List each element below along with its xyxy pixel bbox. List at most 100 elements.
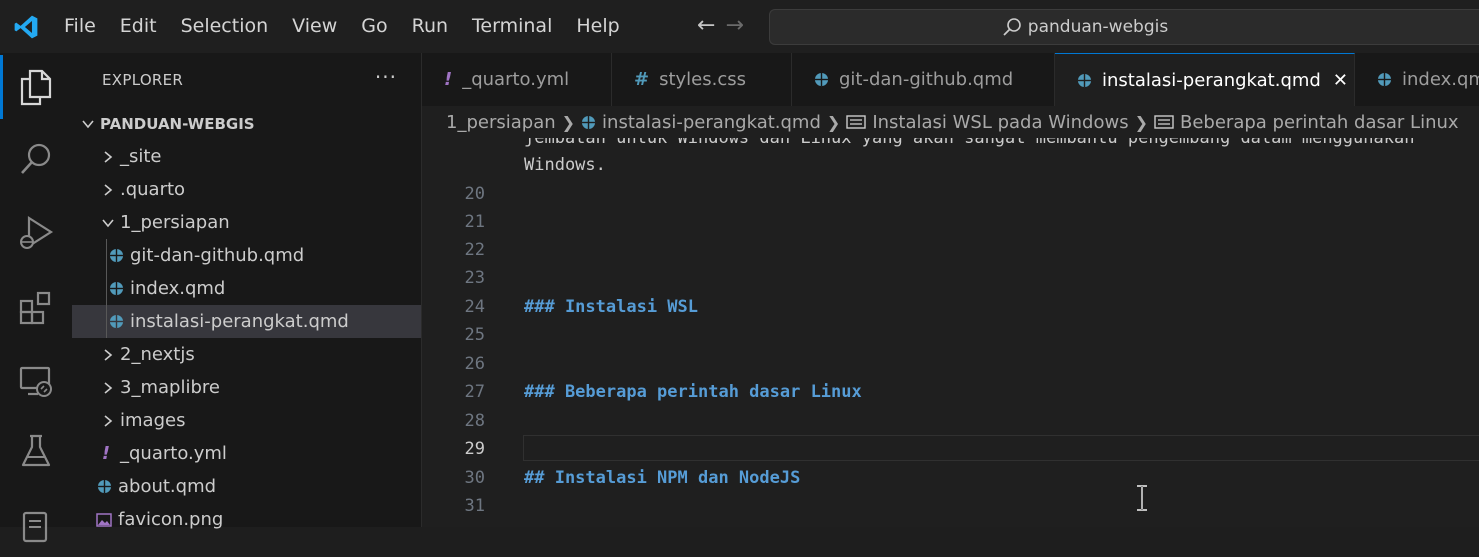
qmd-icon <box>1077 73 1092 88</box>
tree-file-favicon[interactable]: favicon.png <box>72 503 421 536</box>
remote-explorer-icon[interactable] <box>0 349 72 413</box>
line-text-heading: ### Instalasi WSL <box>524 297 698 317</box>
image-file-icon <box>96 512 112 528</box>
yml-icon: ! <box>444 69 453 90</box>
editor-tabs: ! _quarto.yml # styles.css git-dan-githu… <box>422 53 1479 106</box>
editor-line: 24 ### Instalasi WSL <box>422 293 1479 321</box>
search-icon <box>1002 17 1022 37</box>
tree-file-quarto-yml[interactable]: ! _quarto.yml <box>72 437 421 470</box>
menu-edit[interactable]: Edit <box>108 0 169 53</box>
tab-label: styles.css <box>659 69 747 90</box>
chevron-down-icon <box>80 117 96 131</box>
text-cursor-icon <box>1137 485 1147 511</box>
editor-line: 27 ### Beberapa perintah dasar Linux <box>422 378 1479 406</box>
tab-git-dan-github[interactable]: git-dan-github.qmd <box>792 53 1055 106</box>
qmd-icon <box>581 115 596 130</box>
tree-file-git-dan-github[interactable]: git-dan-github.qmd <box>72 239 421 272</box>
title-bar: File Edit Selection View Go Run Terminal… <box>0 0 1479 53</box>
line-number: 23 <box>464 268 485 288</box>
tree-item-label: 1_persiapan <box>120 212 230 233</box>
tree-folder-1-persiapan[interactable]: 1_persiapan <box>72 206 421 239</box>
tab-label: git-dan-github.qmd <box>839 69 1014 90</box>
chevron-right-icon <box>100 348 116 362</box>
code-editor[interactable]: jembatan untuk Windows dan Linux yang ak… <box>422 138 1479 527</box>
menu-file[interactable]: File <box>52 0 108 53</box>
tree-folder-quarto[interactable]: .quarto <box>72 173 421 206</box>
editor-line: 28 <box>422 407 1479 435</box>
navigation-arrows: ← → <box>697 13 744 38</box>
qmd-file-icon <box>96 479 112 495</box>
indent-guide <box>106 305 107 338</box>
explorer-sidebar: EXPLORER ··· PANDUAN-WEBGIS _site .quart… <box>72 53 422 530</box>
command-center-search[interactable]: panduan-webgis <box>769 9 1479 45</box>
tree-file-index[interactable]: index.qmd <box>72 272 421 305</box>
qmd-file-icon <box>108 281 124 297</box>
editor-line: 23 <box>422 264 1479 292</box>
chevron-right-icon <box>100 414 116 428</box>
breadcrumb-folder[interactable]: 1_persiapan <box>446 112 556 133</box>
explorer-files-icon[interactable] <box>0 55 72 119</box>
menu-run[interactable]: Run <box>400 0 460 53</box>
tab-instalasi-perangkat[interactable]: instalasi-perangkat.qmd ✕ <box>1055 53 1355 106</box>
more-actions-icon[interactable]: ··· <box>375 65 397 89</box>
activity-bar <box>0 53 72 543</box>
menu-view[interactable]: View <box>280 0 349 53</box>
current-line-highlight <box>523 435 1479 461</box>
tree-folder-2-nextjs[interactable]: 2_nextjs <box>72 338 421 371</box>
breadcrumb-file[interactable]: instalasi-perangkat.qmd <box>602 112 821 133</box>
close-icon[interactable]: ✕ <box>1333 70 1348 91</box>
line-text-heading: ### Beberapa perintah dasar Linux <box>524 382 862 402</box>
testing-flask-icon[interactable] <box>0 419 72 483</box>
tree-item-label: 2_nextjs <box>120 344 195 365</box>
extensions-icon[interactable] <box>0 275 72 339</box>
tree-item-label: instalasi-perangkat.qmd <box>130 311 349 332</box>
chevron-right-icon: ❯ <box>826 112 841 132</box>
breadcrumb-section[interactable]: Instalasi WSL pada Windows <box>872 112 1128 133</box>
qmd-file-icon <box>108 248 124 264</box>
breadcrumb: 1_persiapan ❯ instalasi-perangkat.qmd ❯ … <box>422 106 1479 138</box>
forward-arrow-icon[interactable]: → <box>725 13 743 38</box>
tab-styles-css[interactable]: # styles.css <box>612 53 792 106</box>
tree-folder-3-maplibre[interactable]: 3_maplibre <box>72 371 421 404</box>
tab-label: instalasi-perangkat.qmd <box>1102 69 1321 91</box>
editor-current-line[interactable]: 29 <box>422 435 1479 463</box>
chevron-right-icon: ❯ <box>1134 112 1148 132</box>
indent-guide <box>106 239 107 272</box>
line-number: 24 <box>464 297 485 317</box>
tree-folder-images[interactable]: images <box>72 404 421 437</box>
back-arrow-icon[interactable]: ← <box>697 13 715 38</box>
tab-index[interactable]: index.qmd <box>1355 53 1479 106</box>
menu-selection[interactable]: Selection <box>169 0 281 53</box>
output-panel-icon[interactable] <box>0 493 72 557</box>
chevron-right-icon: ❯ <box>561 112 576 132</box>
tree-file-instalasi-perangkat[interactable]: instalasi-perangkat.qmd <box>72 305 421 338</box>
editor-line: 22 <box>422 236 1479 264</box>
tree-item-label: .quarto <box>120 179 186 200</box>
tree-item-label: images <box>120 410 186 431</box>
symbol-string-icon <box>846 114 867 130</box>
tab-quarto-yml[interactable]: ! _quarto.yml <box>422 53 612 106</box>
editor-line: 20 <box>422 180 1479 208</box>
search-sidebar-icon[interactable] <box>0 127 72 191</box>
tree-folder-site[interactable]: _site <box>72 140 421 173</box>
tree-item-label: about.qmd <box>118 476 217 497</box>
chevron-right-icon <box>100 150 116 164</box>
workspace-folder-header[interactable]: PANDUAN-WEBGIS <box>72 107 421 140</box>
chevron-right-icon <box>100 183 116 197</box>
editor-line: 26 <box>422 350 1479 378</box>
yml-file-icon: ! <box>101 443 111 464</box>
breadcrumb-subsection[interactable]: Beberapa perintah dasar Linux <box>1180 112 1459 133</box>
tree-item-label: _site <box>120 146 162 167</box>
editor-line: 30 ## Instalasi NPM dan NodeJS <box>422 464 1479 492</box>
line-number: 21 <box>464 212 485 232</box>
menu-terminal[interactable]: Terminal <box>460 0 564 53</box>
line-number: 30 <box>464 468 485 488</box>
line-number: 22 <box>464 240 485 260</box>
menu-help[interactable]: Help <box>564 0 631 53</box>
line-number: 28 <box>464 411 485 431</box>
menu-go[interactable]: Go <box>349 0 399 53</box>
symbol-string-icon <box>1154 114 1174 130</box>
run-and-debug-icon[interactable] <box>0 201 72 265</box>
tree-item-label: git-dan-github.qmd <box>130 245 305 266</box>
tree-file-about[interactable]: about.qmd <box>72 470 421 503</box>
